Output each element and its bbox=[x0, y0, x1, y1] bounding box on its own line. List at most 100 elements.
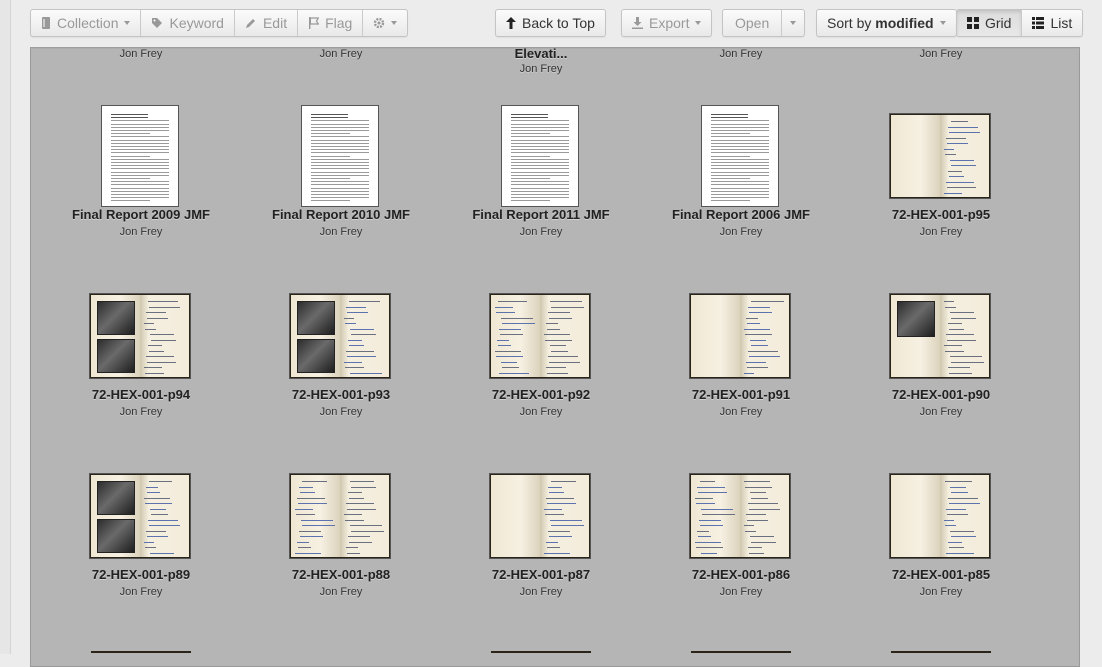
notebook-thumbnail[interactable] bbox=[289, 293, 391, 379]
handwriting-stroke bbox=[950, 356, 982, 357]
notebook-thumbnail[interactable] bbox=[489, 473, 591, 559]
document-thumbnail[interactable] bbox=[701, 105, 779, 207]
list-view-button[interactable]: List bbox=[1022, 10, 1082, 36]
handwriting-stroke bbox=[145, 328, 156, 330]
keyword-button[interactable]: Keyword bbox=[141, 10, 235, 36]
left-sidebar-edge bbox=[0, 0, 11, 654]
handwriting-stroke bbox=[551, 306, 584, 308]
open-button[interactable]: Open bbox=[723, 10, 783, 36]
text-line bbox=[111, 187, 169, 189]
grid-item[interactable]: Final Report 2006 JMF Jon Frey bbox=[641, 105, 841, 239]
handwriting-stroke bbox=[697, 530, 709, 532]
handwriting-stroke bbox=[150, 508, 166, 510]
text-line bbox=[711, 181, 769, 183]
open-dropdown-button[interactable] bbox=[782, 10, 804, 36]
handwriting-stroke bbox=[148, 301, 178, 302]
notebook-thumbnail[interactable] bbox=[889, 113, 991, 199]
handwriting-stroke bbox=[344, 514, 362, 515]
item-title: 72-HEX-001-p94 bbox=[91, 387, 191, 402]
export-button[interactable]: Export bbox=[622, 10, 711, 36]
handwriting-stroke bbox=[948, 170, 962, 172]
notebook-thumbnail[interactable] bbox=[889, 293, 991, 379]
text-line bbox=[711, 149, 769, 151]
grid-item[interactable]: 72-HEX-001-p85 Jon Frey bbox=[841, 465, 1041, 599]
grid-view-button[interactable]: Grid bbox=[957, 10, 1023, 36]
handwriting-stroke bbox=[945, 525, 956, 526]
text-line bbox=[111, 158, 169, 160]
grid-item[interactable]: 72-HEX-001-p88 Jon Frey bbox=[241, 465, 441, 599]
grid-item[interactable]: 72-HEX-001-p86 Jon Frey bbox=[641, 465, 841, 599]
text-line bbox=[311, 187, 369, 189]
text-line bbox=[311, 117, 348, 119]
handwriting-stroke bbox=[350, 328, 374, 330]
grid-item[interactable]: 72-HEX-001-p91 Jon Frey bbox=[641, 285, 841, 419]
text-line bbox=[111, 149, 169, 151]
notebook-thumbnail[interactable] bbox=[489, 293, 591, 379]
notebook-thumbnail[interactable] bbox=[889, 473, 991, 559]
view-mode-group: Grid List bbox=[956, 9, 1084, 37]
grid-item[interactable]: Jon Frey bbox=[241, 47, 441, 61]
text-line bbox=[311, 190, 369, 192]
flag-label: Flag bbox=[325, 15, 353, 31]
collection-button[interactable]: Collection bbox=[31, 10, 142, 36]
text-line bbox=[311, 158, 369, 160]
text-line bbox=[511, 117, 548, 119]
back-to-top-button[interactable]: Back to Top bbox=[496, 10, 605, 36]
grid-item[interactable]: 72-HEX-001-p89 Jon Frey bbox=[41, 465, 241, 599]
text-line bbox=[511, 149, 569, 151]
notebook-thumbnail[interactable] bbox=[89, 293, 191, 379]
item-author: Jon Frey bbox=[919, 226, 963, 238]
handwriting-stroke bbox=[348, 492, 362, 493]
flag-button[interactable]: Flag bbox=[298, 10, 364, 36]
grid-item[interactable]: 72-HEX-001-p93 Jon Frey bbox=[241, 285, 441, 419]
text-line bbox=[711, 197, 769, 199]
notebook-thumbnail[interactable] bbox=[689, 293, 791, 379]
flag-icon bbox=[308, 17, 320, 29]
grid-item[interactable]: Final Report 2010 JMF Jon Frey bbox=[241, 105, 441, 239]
settings-button[interactable] bbox=[363, 10, 407, 36]
text-line bbox=[311, 130, 369, 131]
sort-dropdown-button[interactable]: Sort by modified bbox=[817, 10, 956, 36]
list-label: List bbox=[1050, 15, 1073, 31]
handwriting-stroke bbox=[950, 530, 974, 532]
document-thumbnail[interactable] bbox=[101, 105, 179, 207]
notebook-right-page bbox=[940, 115, 989, 197]
grid-item[interactable]: Jon Frey bbox=[41, 47, 241, 61]
handwriting-stroke bbox=[749, 552, 764, 554]
handwriting-stroke bbox=[545, 514, 564, 515]
handwriting-stroke bbox=[751, 345, 768, 346]
grid-item[interactable]: 72-HEX-001-p92 Jon Frey bbox=[441, 285, 641, 419]
text-line bbox=[711, 155, 750, 157]
text-line bbox=[711, 165, 769, 167]
text-line bbox=[711, 139, 769, 141]
notebook-left-page bbox=[291, 295, 340, 377]
item-title: 72-HEX-001-p93 bbox=[291, 387, 391, 402]
handwriting-stroke bbox=[295, 508, 313, 510]
grid-item[interactable]: 72-HEX-001-p94 Jon Frey bbox=[41, 285, 241, 419]
grid-item[interactable]: Final Report 2009 JMF Jon Frey bbox=[41, 105, 241, 239]
handwriting-stroke bbox=[951, 361, 984, 363]
handwriting-stroke bbox=[348, 339, 362, 341]
handwriting-stroke bbox=[948, 497, 978, 499]
notebook-thumbnail[interactable] bbox=[89, 473, 191, 559]
handwriting-stroke bbox=[746, 361, 766, 363]
handwriting-stroke bbox=[550, 345, 566, 346]
grid-item[interactable]: 72-HEX-001-p90 Jon Frey bbox=[841, 285, 1041, 419]
notebook-thumbnail[interactable] bbox=[689, 473, 791, 559]
grid-item[interactable]: 72-HEX-001-p95 Jon Frey bbox=[841, 105, 1041, 239]
text-line bbox=[511, 165, 569, 167]
notebook-left-page bbox=[891, 115, 940, 197]
grid-item[interactable]: 72-HEX-001-p87 Jon Frey bbox=[441, 465, 641, 599]
notebook-thumbnail[interactable] bbox=[289, 473, 391, 559]
handwriting-stroke bbox=[299, 530, 321, 532]
text-line bbox=[311, 178, 350, 179]
handwriting-stroke bbox=[946, 334, 974, 335]
grid-item[interactable]: Final Report 2011 JMF Jon Frey bbox=[441, 105, 641, 239]
document-thumbnail[interactable] bbox=[301, 105, 379, 207]
grid-item[interactable]: Jon Frey bbox=[641, 47, 841, 61]
document-thumbnail[interactable] bbox=[501, 105, 579, 207]
edit-button[interactable]: Edit bbox=[235, 10, 299, 36]
grid-item[interactable]: Elevati... Jon Frey bbox=[441, 47, 641, 76]
handwriting-stroke bbox=[346, 503, 374, 504]
grid-item[interactable]: Jon Frey bbox=[841, 47, 1041, 61]
